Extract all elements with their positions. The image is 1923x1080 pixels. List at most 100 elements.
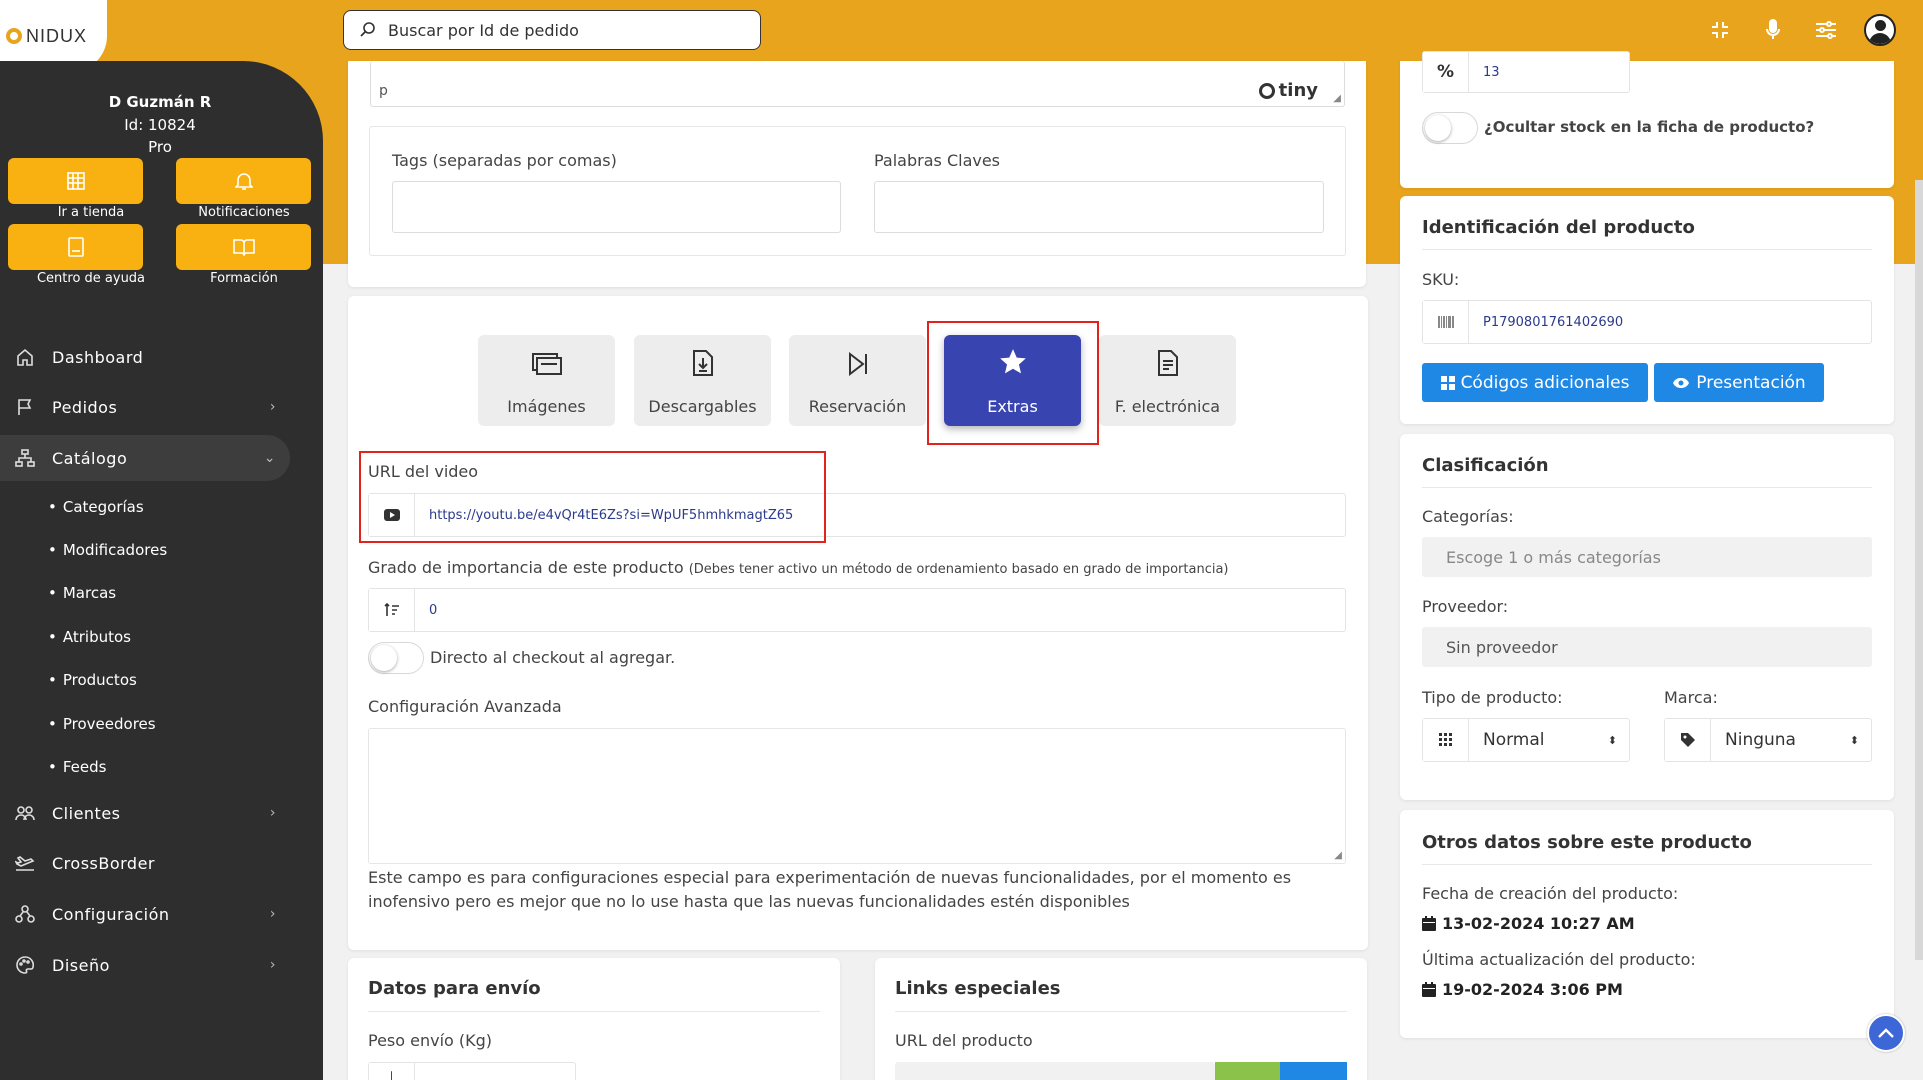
brand-label: Marca: — [1664, 688, 1718, 707]
book-icon — [67, 237, 84, 257]
product-url-input[interactable] — [895, 1062, 1215, 1080]
product-type-label: Tipo de producto: — [1422, 688, 1563, 707]
tab-factura-electronica[interactable]: F. electrónica — [1099, 335, 1236, 426]
advanced-config-help: Este campo es para configuraciones espec… — [368, 868, 1292, 911]
weight-label: Peso envío (Kg) — [368, 1031, 493, 1050]
user-name: D Guzmán R — [108, 93, 212, 111]
microphone-icon[interactable] — [1761, 18, 1785, 42]
tab-imagenes-label: Imágenes — [507, 397, 586, 416]
classification-title: Clasificación — [1422, 455, 1549, 476]
chevron-right-icon: › — [269, 906, 276, 922]
importance-value[interactable]: 0 — [415, 589, 1345, 631]
chevron-down-icon: ⌄ — [263, 450, 276, 466]
users-icon — [14, 802, 36, 824]
stock-percent-field[interactable]: % 13 — [1422, 51, 1630, 93]
hide-stock-toggle[interactable] — [1422, 112, 1478, 144]
links-title: Links especiales — [895, 978, 1061, 999]
scrollbar-track[interactable] — [1915, 180, 1923, 960]
keywords-input[interactable] — [874, 181, 1324, 233]
nav-clientes-label: Clientes — [52, 803, 121, 823]
nav-pedidos-label: Pedidos — [52, 397, 118, 417]
go-to-store-button[interactable] — [8, 158, 143, 204]
barcode-icon — [1423, 301, 1469, 343]
search-input[interactable] — [388, 20, 728, 40]
categories-select[interactable]: Escoge 1 o más categorías — [1422, 537, 1872, 577]
invoice-icon — [1157, 350, 1179, 383]
identification-divider — [1422, 249, 1872, 250]
notifications-button[interactable] — [176, 158, 311, 204]
training-label: Formación — [210, 271, 278, 286]
logo-sun-icon — [6, 28, 22, 44]
stock-percent-value[interactable]: 13 — [1469, 52, 1629, 92]
presentation-button[interactable]: Presentación — [1654, 363, 1824, 402]
download-file-icon — [692, 350, 714, 383]
updated-date-label: Última actualización del producto: — [1422, 950, 1696, 969]
product-type-select[interactable]: Normal ⬍ — [1422, 718, 1630, 762]
skip-forward-icon — [847, 351, 869, 383]
tiny-logo-icon — [1258, 82, 1275, 99]
copy-button[interactable] — [1280, 1062, 1347, 1080]
resize-handle-icon[interactable]: ◢ — [1333, 93, 1341, 104]
search-bar[interactable] — [343, 10, 761, 50]
resize-handle-icon[interactable]: ◢ — [1334, 850, 1342, 861]
nav-diseno-label: Diseño — [52, 955, 110, 975]
sub-atributos[interactable]: Atributos — [48, 628, 131, 646]
sliders-icon[interactable] — [1814, 18, 1838, 42]
nav-catalogo-label: Catálogo — [52, 448, 128, 468]
calendar-icon — [1422, 916, 1436, 931]
compress-icon[interactable] — [1708, 18, 1732, 42]
palette-icon — [14, 954, 36, 976]
qr-button[interactable] — [1215, 1062, 1280, 1080]
chevron-right-icon: › — [269, 399, 276, 415]
sub-categorias[interactable]: Categorías — [48, 498, 144, 516]
training-button[interactable] — [176, 224, 311, 270]
sub-productos[interactable]: Productos — [48, 671, 137, 689]
help-center-button[interactable] — [8, 224, 143, 270]
tab-descargables[interactable]: Descargables — [634, 335, 771, 426]
sub-proveedores[interactable]: Proveedores — [48, 715, 156, 733]
sub-modificadores[interactable]: Modificadores — [48, 541, 167, 559]
sku-field[interactable]: P1790801761402690 — [1422, 300, 1872, 344]
tab-reservacion-label: Reservación — [808, 397, 907, 416]
advanced-config-textarea[interactable]: ◢ — [368, 728, 1346, 864]
user-plan: Pro — [148, 138, 172, 156]
search-icon — [360, 22, 375, 37]
scroll-to-top-button[interactable] — [1867, 1014, 1905, 1052]
logo-text: NIDUX — [26, 25, 88, 46]
nav-clientes[interactable]: Clientes › — [0, 790, 290, 836]
weight-field[interactable]: ⊥ — [368, 1062, 576, 1080]
weight-icon: ⊥ — [369, 1063, 415, 1080]
provider-select[interactable]: Sin proveedor — [1422, 627, 1872, 667]
nav-pedidos[interactable]: Pedidos › — [0, 384, 290, 430]
rich-text-editor[interactable]: p tiny ◢ — [370, 61, 1345, 107]
nav-dashboard[interactable]: Dashboard — [0, 334, 290, 380]
links-divider — [895, 1011, 1347, 1012]
nav-dashboard-label: Dashboard — [52, 347, 144, 367]
tags-input[interactable] — [392, 181, 841, 233]
select-arrows-icon: ⬍ — [1607, 733, 1617, 747]
checkout-toggle[interactable] — [368, 642, 424, 674]
nav-catalogo[interactable]: Catálogo ⌄ — [0, 435, 290, 481]
importance-field[interactable]: 0 — [368, 588, 1346, 632]
nav-diseno[interactable]: Diseño › — [0, 942, 290, 988]
checkout-label: Directo al checkout al agregar. — [430, 648, 676, 667]
tab-factura-electronica-label: F. electrónica — [1114, 397, 1221, 416]
nav-crossborder[interactable]: CrossBorder — [0, 840, 290, 886]
images-icon — [531, 352, 562, 383]
additional-codes-label: Códigos adicionales — [1460, 372, 1630, 393]
shipping-title: Datos para envío — [368, 978, 541, 999]
product-url-label: URL del producto — [895, 1031, 1033, 1050]
sub-marcas[interactable]: Marcas — [48, 584, 116, 602]
tab-imagenes[interactable]: Imágenes — [478, 335, 615, 426]
avatar[interactable] — [1864, 14, 1896, 46]
sku-value[interactable]: P1790801761402690 — [1469, 301, 1871, 343]
tiny-logo-text: tiny — [1278, 80, 1318, 101]
nav-configuracion[interactable]: Configuración › — [0, 891, 290, 937]
sub-feeds[interactable]: Feeds — [48, 758, 107, 776]
tab-reservacion[interactable]: Reservación — [789, 335, 926, 426]
brand-select[interactable]: Ninguna ⬍ — [1664, 718, 1872, 762]
other-data-title: Otros datos sobre este producto — [1422, 832, 1752, 853]
additional-codes-button[interactable]: Códigos adicionales — [1422, 363, 1648, 402]
eye-icon — [1673, 377, 1690, 388]
product-type-value: Normal — [1483, 730, 1545, 750]
